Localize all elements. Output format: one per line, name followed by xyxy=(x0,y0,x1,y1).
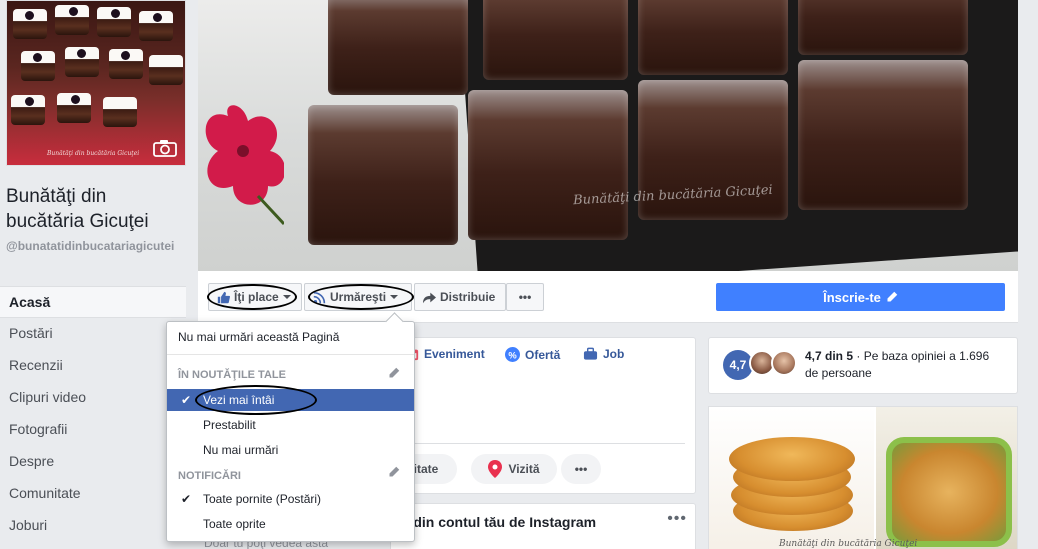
camera-icon[interactable] xyxy=(153,139,177,157)
nav-item-reviews[interactable]: Recenzii xyxy=(0,350,186,382)
annotation-circle xyxy=(195,385,317,415)
page-title[interactable]: Bunătăţi din bucătăria Gicuţei xyxy=(6,184,186,234)
menu-section-notifications: NOTIFICĂRI xyxy=(178,470,241,482)
page-navigation: Acasă Postări Recenzii Clipuri video Fot… xyxy=(0,286,186,542)
composer-tab-offer[interactable]: % Ofertă xyxy=(505,347,560,362)
photo-thumbnail[interactable] xyxy=(709,407,874,549)
map-pin-icon xyxy=(488,460,503,478)
nav-item-home[interactable]: Acasă xyxy=(0,286,186,318)
avatar xyxy=(771,350,797,376)
more-options-button[interactable]: ••• xyxy=(667,510,687,528)
annotation-circle xyxy=(207,284,297,310)
more-options-button[interactable]: ••• xyxy=(506,283,544,311)
soup-image xyxy=(886,437,1012,547)
share-button-label: Distribuie xyxy=(440,290,496,304)
composer-tab-label: Ofertă xyxy=(525,347,561,362)
profile-picture[interactable]: Bunătăţi din bucătăria Gicuţei xyxy=(6,0,186,166)
cake-image xyxy=(149,55,183,85)
composer-tab-label: Eveniment xyxy=(424,347,485,361)
menu-item-unfollow-page[interactable]: Nu mai urmări această Pagină xyxy=(167,326,414,348)
berry-decoration xyxy=(33,53,42,62)
page-action-bar: Îţi place Urmăreşti Distribuie ••• Înscr… xyxy=(198,271,1018,323)
nav-item-posts[interactable]: Postări xyxy=(0,318,186,350)
instagram-card: tă din contul tău de Instagram ••• xyxy=(390,503,696,549)
berry-decoration xyxy=(25,97,34,106)
signup-button-label: Înscrie-te xyxy=(823,289,881,305)
photo-thumbnail[interactable] xyxy=(876,407,1017,549)
cake-image xyxy=(103,97,137,127)
berry-decoration xyxy=(69,7,78,16)
flower-decoration xyxy=(205,105,284,226)
pencil-icon xyxy=(887,291,898,302)
composer-tab-job[interactable]: Job xyxy=(583,347,624,361)
svg-text:%: % xyxy=(508,350,517,360)
rating-summary: 4,7 din 5 · Pe baza opiniei a 1.696 de p… xyxy=(805,348,1005,382)
share-button[interactable]: Distribuie xyxy=(414,283,506,311)
brownie-piece xyxy=(483,0,628,80)
menu-item-unfollow[interactable]: Nu mai urmări xyxy=(167,439,414,461)
checkmark-icon: ✔ xyxy=(181,492,192,506)
nav-item-about[interactable]: Despre xyxy=(0,446,186,478)
menu-item-all-off[interactable]: Toate oprite xyxy=(167,513,414,535)
brownie-piece xyxy=(638,0,788,75)
pencil-icon[interactable] xyxy=(388,367,400,379)
menu-item-all-on[interactable]: ✔ Toate pornite (Postări) xyxy=(167,488,414,510)
checkmark-icon: ✔ xyxy=(181,393,192,407)
visit-button[interactable]: Vizită xyxy=(471,454,557,484)
nav-item-community[interactable]: Comunitate xyxy=(0,478,186,510)
berry-decoration xyxy=(71,95,80,104)
cover-photo[interactable]: Bunătăţi din bucătăria Gicuţei xyxy=(198,0,1018,271)
profile-picture-caption: Bunătăţi din bucătăria Gicuţei xyxy=(47,150,140,157)
brownie-piece xyxy=(798,60,968,210)
berry-decoration xyxy=(111,9,120,18)
photos-card[interactable]: Bunătăţi din bucătăria Gicuţei xyxy=(708,406,1018,549)
brownie-piece xyxy=(308,105,458,245)
nav-item-videos[interactable]: Clipuri video xyxy=(0,382,186,414)
divider xyxy=(167,354,414,355)
berry-decoration xyxy=(121,51,130,60)
menu-item-default[interactable]: Prestabilit xyxy=(167,414,414,436)
rating-card[interactable]: 4,7 4,7 din 5 · Pe baza opiniei a 1.696 … xyxy=(708,337,1018,394)
berry-decoration xyxy=(25,11,34,20)
share-arrow-icon xyxy=(423,292,436,303)
composer-tab-event[interactable]: Eveniment xyxy=(405,347,485,361)
page-username: @bunatatidinbucatariagicutei xyxy=(6,239,175,253)
annotation-circle xyxy=(308,284,414,310)
visit-button-label: Vizită xyxy=(508,462,540,476)
nav-item-photos[interactable]: Fotografii xyxy=(0,414,186,446)
composer-tab-label: Job xyxy=(603,347,625,361)
follow-options-menu: Nu mai urmări această Pagină ÎN NOUTĂŢIL… xyxy=(166,321,415,542)
brownie-piece xyxy=(328,0,468,95)
percent-badge-icon: % xyxy=(505,347,520,362)
briefcase-icon xyxy=(583,347,598,360)
rating-score: 4,7 din 5 xyxy=(805,349,854,363)
photo-watermark: Bunătăţi din bucătăria Gicuţei xyxy=(779,539,918,549)
menu-section-newsfeed: ÎN NOUTĂŢILE TALE xyxy=(178,369,286,381)
composer-card: Eveniment % Ofertă Job ivitate Vizită ••… xyxy=(385,337,696,494)
flatbread-image xyxy=(729,437,855,481)
berry-decoration xyxy=(77,49,86,58)
menu-item-label: Toate pornite (Postări) xyxy=(203,492,322,506)
brownie-piece xyxy=(468,90,628,240)
pencil-icon[interactable] xyxy=(388,466,400,478)
more-options-button[interactable]: ••• xyxy=(561,454,601,484)
nav-item-jobs[interactable]: Joburi xyxy=(0,510,186,542)
divider xyxy=(401,443,685,444)
brownie-piece xyxy=(798,0,968,55)
instagram-card-title: tă din contul tău de Instagram xyxy=(397,514,597,530)
signup-button[interactable]: Înscrie-te xyxy=(716,283,1005,311)
berry-decoration xyxy=(153,13,162,22)
